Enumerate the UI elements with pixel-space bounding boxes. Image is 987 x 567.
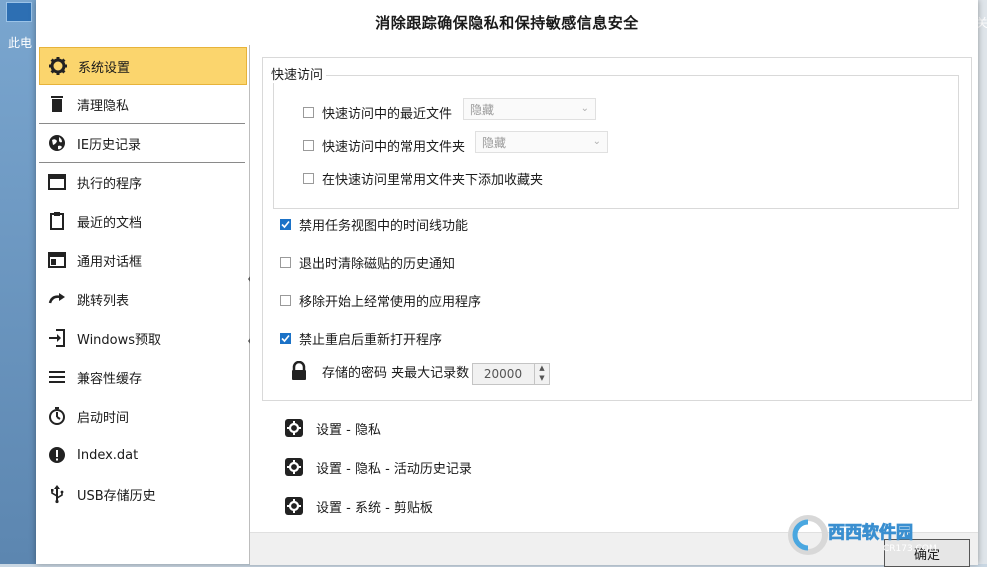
desktop-left-strip: 此电 (0, 0, 36, 564)
gear-icon (48, 56, 68, 76)
password-store-row: 存储的密码 夹最大记录数 (290, 361, 469, 381)
chevron-down-icon: ⌄ (580, 103, 589, 114)
no-reopen-checkbox[interactable]: 禁止重启后重新打开程序 (280, 329, 442, 348)
alert-icon (47, 445, 67, 465)
sidebar-item-usb-history[interactable]: USB存储历史 (39, 475, 247, 513)
sidebar-item-label: Index.dat (77, 447, 139, 463)
disable-timeline-label: 禁用任务视图中的时间线功能 (299, 219, 469, 234)
checkbox-box[interactable] (280, 257, 291, 268)
quick-access-frequent-folders-label: 快速访问中的常用文件夹 (322, 140, 466, 155)
globe-icon (47, 133, 67, 153)
quick-access-recent-files-checkbox[interactable]: 快速访问中的最近文件 (303, 103, 452, 122)
app-window: 消除跟踪确保隐私和保持敏感信息安全 系统设置 清理隐私 IE历史记录 执行的程序… (36, 0, 978, 565)
sidebar-item-clean-privacy[interactable]: 清理隐私 (39, 85, 247, 123)
sidebar-item-ie-history[interactable]: IE历史记录 (39, 124, 247, 162)
sidebar-item-system-settings[interactable]: 系统设置 (39, 47, 247, 85)
checkbox-box[interactable] (280, 219, 291, 230)
frequent-folders-select[interactable]: 隐藏 ⌄ (475, 131, 608, 153)
link-activity-history-settings[interactable]: 设置 - 隐私 - 活动历史记录 (284, 457, 472, 477)
link-privacy-label: 设置 - 隐私 (316, 422, 381, 438)
quick-access-frequent-folders-checkbox[interactable]: 快速访问中的常用文件夹 (303, 136, 465, 155)
clear-tile-history-checkbox[interactable]: 退出时清除磁贴的历史通知 (280, 253, 455, 272)
sidebar-item-label: 启动时间 (77, 410, 130, 426)
quick-access-recent-files-label: 快速访问中的最近文件 (322, 107, 453, 122)
dialog-icon (47, 250, 67, 270)
link-clipboard-label: 设置 - 系统 - 剪贴板 (316, 500, 433, 516)
settings-gear-icon (285, 458, 303, 476)
link-clipboard-settings[interactable]: 设置 - 系统 - 剪贴板 (284, 496, 433, 516)
settings-gear-icon (285, 419, 303, 437)
sidebar-item-label: IE历史记录 (77, 137, 142, 153)
sidebar-item-label: 兼容性缓存 (77, 371, 143, 387)
checkbox-box[interactable] (303, 173, 314, 184)
sidebar-item-label: 通用对话框 (77, 254, 143, 270)
checkbox-box[interactable] (280, 295, 291, 306)
sidebar-item-common-dialogs[interactable]: 通用对话框 (39, 241, 247, 279)
desktop-icon-label: 此电 (8, 36, 33, 50)
sidebar: 系统设置 清理隐私 IE历史记录 执行的程序 最近的文档 通用对话框 跳转列表 … (36, 45, 250, 564)
recent-files-select-value: 隐藏 (470, 102, 495, 117)
spin-down-button[interactable]: ▼ (535, 374, 549, 384)
checkbox-box[interactable] (303, 140, 314, 151)
checkbox-box[interactable] (280, 333, 291, 344)
remove-frequent-apps-label: 移除开始上经常使用的应用程序 (299, 295, 482, 310)
spin-up-button[interactable]: ▲ (535, 364, 549, 374)
quick-access-group: 快速访问中的最近文件 隐藏 ⌄ 快速访问中的常用文件夹 隐藏 ⌄ 在快速访问里常… (273, 75, 959, 209)
sidebar-item-label: 跳转列表 (77, 293, 130, 309)
chevron-down-icon: ⌄ (592, 136, 601, 147)
sidebar-item-boot-time[interactable]: 启动时间 (39, 397, 247, 435)
usb-icon (47, 484, 67, 504)
desktop-right-strip: 关 (976, 0, 987, 564)
computer-icon[interactable] (6, 2, 32, 22)
watermark-url: CR173.COM (883, 544, 937, 554)
trash-icon (47, 94, 67, 114)
password-store-label: 存储的密码 夹最大记录数 (322, 365, 470, 381)
settings-gear-icon (285, 497, 303, 515)
disable-timeline-checkbox[interactable]: 禁用任务视图中的时间线功能 (280, 215, 468, 234)
quick-access-legend: 快速访问 (268, 64, 327, 83)
sidebar-item-windows-prefetch[interactable]: Windows预取 (39, 319, 247, 357)
link-activity-label: 设置 - 隐私 - 活动历史记录 (316, 461, 472, 477)
sidebar-item-recent-documents[interactable]: 最近的文档 (39, 202, 247, 240)
no-reopen-label: 禁止重启后重新打开程序 (299, 333, 443, 348)
settings-panel: 快速访问中的最近文件 隐藏 ⌄ 快速访问中的常用文件夹 隐藏 ⌄ 在快速访问里常… (250, 45, 978, 565)
window-icon (47, 172, 67, 192)
link-privacy-settings[interactable]: 设置 - 隐私 (284, 418, 381, 438)
lock-icon (292, 361, 306, 380)
sidebar-item-executed-programs[interactable]: 执行的程序 (39, 163, 247, 201)
sidebar-item-label: 系统设置 (78, 60, 131, 76)
sidebar-item-jump-lists[interactable]: 跳转列表 (39, 280, 247, 318)
stopwatch-icon (47, 406, 67, 426)
redo-arrow-icon (47, 289, 67, 309)
max-records-spinner[interactable]: 20000 ▲ ▼ (472, 363, 550, 385)
remove-frequent-apps-checkbox[interactable]: 移除开始上经常使用的应用程序 (280, 291, 481, 310)
add-favorites-label: 在快速访问里常用文件夹下添加收藏夹 (322, 173, 544, 188)
recent-files-select[interactable]: 隐藏 ⌄ (463, 98, 596, 120)
window-title: 消除跟踪确保隐私和保持敏感信息安全 (36, 0, 978, 46)
max-records-value: 20000 (483, 367, 523, 381)
checkbox-box[interactable] (303, 107, 314, 118)
frequent-folders-select-value: 隐藏 (482, 135, 507, 150)
watermark-brand: 西西软件园 (828, 522, 913, 543)
sidebar-item-compat-cache[interactable]: 兼容性缓存 (39, 358, 247, 396)
enter-icon (47, 328, 67, 348)
list-icon (47, 367, 67, 387)
sidebar-item-label: 清理隐私 (77, 98, 130, 114)
add-favorites-checkbox[interactable]: 在快速访问里常用文件夹下添加收藏夹 (303, 169, 543, 188)
sidebar-item-label: 执行的程序 (77, 176, 143, 192)
clear-tile-history-label: 退出时清除磁贴的历史通知 (299, 257, 456, 272)
sidebar-item-index-dat[interactable]: Index.dat (39, 436, 247, 474)
watermark-logo: 西西软件园 CR173.COM (788, 515, 937, 555)
sidebar-item-label: Windows预取 (77, 332, 162, 348)
sidebar-item-label: 最近的文档 (77, 215, 143, 231)
clipboard-icon (47, 211, 67, 231)
sidebar-item-label: USB存储历史 (77, 488, 156, 504)
